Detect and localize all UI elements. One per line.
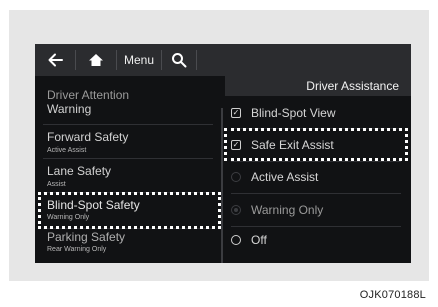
search-button[interactable]	[162, 44, 196, 76]
radio-selected-icon[interactable]	[231, 205, 241, 215]
back-button[interactable]	[35, 44, 75, 76]
back-arrow-icon	[48, 53, 63, 67]
search-icon	[172, 53, 187, 68]
option-label: Warning Only	[251, 203, 324, 217]
home-icon	[89, 54, 103, 66]
highlight-safe-exit-assist	[224, 128, 408, 161]
divider	[43, 124, 213, 125]
menu-button[interactable]: Menu	[117, 44, 161, 76]
menu-item-parking-safety[interactable]: Parking Safety Rear Warning Only	[35, 228, 221, 260]
menu-item-driver-attention-warning[interactable]: Driver Attention Warning	[35, 88, 221, 122]
menu-item-subtitle: Rear Warning Only	[47, 246, 107, 253]
page-title: Driver Assistance	[225, 76, 411, 96]
radio-unselected-icon[interactable]	[231, 235, 241, 245]
option-blind-spot-view[interactable]: ✓ Blind-Spot View	[231, 102, 336, 124]
page-title-text: Driver Assistance	[306, 79, 399, 93]
highlight-blind-spot-safety	[38, 192, 221, 229]
option-label: Off	[251, 233, 267, 247]
menu-item-title-line2: Warning	[47, 102, 92, 116]
divider	[231, 226, 401, 227]
menu-item-title: Forward Safety	[47, 130, 129, 144]
option-label: Active Assist	[251, 170, 319, 184]
home-button[interactable]	[76, 44, 116, 76]
checkbox-checked-icon[interactable]: ✓	[231, 108, 241, 118]
divider	[231, 161, 401, 162]
toolbar-separator	[196, 50, 197, 70]
menu-label: Menu	[123, 53, 155, 67]
menu-item-subtitle: Assist	[47, 181, 66, 188]
option-active-assist[interactable]: Active Assist	[231, 166, 318, 188]
radio-unselected-icon[interactable]	[231, 172, 241, 182]
menu-item-title: Lane Safety	[47, 164, 112, 178]
menu-item-title: Parking Safety	[47, 230, 126, 244]
option-off[interactable]: Off	[231, 229, 267, 251]
figure-code: OJK070188L	[359, 289, 426, 301]
menu-item-forward-safety[interactable]: Forward Safety Active Assist	[35, 126, 221, 158]
option-label: Blind-Spot View	[251, 106, 336, 120]
panel-divider	[221, 108, 223, 263]
divider	[231, 193, 401, 194]
menu-item-lane-safety[interactable]: Lane Safety Assist	[35, 160, 221, 192]
option-warning-only[interactable]: Warning Only	[231, 199, 323, 221]
divider	[43, 158, 213, 159]
top-bar: Menu	[35, 44, 411, 76]
menu-item-title: Driver Attention	[47, 88, 130, 102]
menu-item-subtitle: Active Assist	[47, 147, 87, 154]
